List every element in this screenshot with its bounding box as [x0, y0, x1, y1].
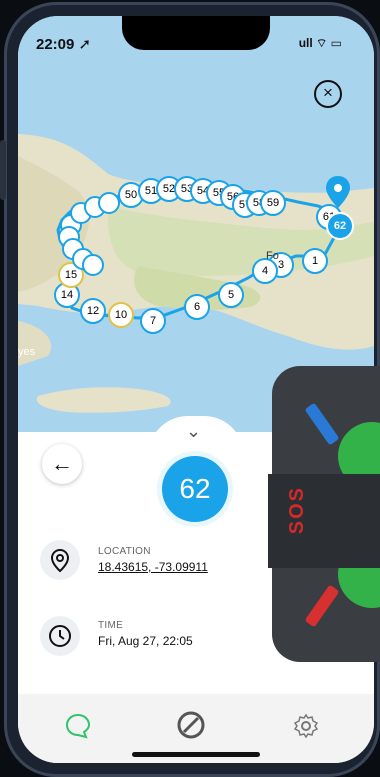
- location-label: LOCATION: [98, 546, 151, 557]
- map-marker[interactable]: 12: [80, 298, 106, 324]
- map-marker[interactable]: 6: [184, 294, 210, 320]
- map-place-label: Fo: [266, 250, 279, 262]
- phone-side-button: [0, 140, 6, 200]
- system-icons: ull ⌔ ▭: [298, 36, 342, 50]
- map-marker[interactable]: 59: [260, 190, 286, 216]
- location-pin-icon: [40, 540, 80, 580]
- clock-icon: [40, 616, 80, 656]
- sos-label: SOS: [286, 486, 308, 535]
- compass-icon[interactable]: [176, 710, 206, 740]
- back-arrow-icon[interactable]: ←: [42, 444, 82, 484]
- close-icon[interactable]: ×: [314, 80, 342, 108]
- sos-band: [268, 474, 380, 568]
- current-point-marker[interactable]: 62: [326, 212, 354, 240]
- map-place-label: yes: [18, 346, 36, 358]
- chat-icon[interactable]: [64, 712, 92, 740]
- status-bar: 22:09 ➚ ull ⌔ ▭: [18, 16, 374, 66]
- map-marker[interactable]: 1: [302, 248, 328, 274]
- time-label: TIME: [98, 620, 124, 631]
- map-marker[interactable]: 5: [218, 282, 244, 308]
- location-value[interactable]: 18.43615, -73.09911: [98, 560, 208, 574]
- map-marker[interactable]: 10: [108, 302, 134, 328]
- status-time: 22:09 ➚: [36, 36, 92, 53]
- time-value: Fri, Aug 27, 22:05: [98, 634, 193, 648]
- camera-notch: [122, 16, 270, 50]
- map-marker-cluster[interactable]: [48, 192, 120, 276]
- home-indicator: [132, 752, 260, 757]
- point-number-badge: 62: [162, 456, 228, 522]
- map-marker[interactable]: 7: [140, 308, 166, 334]
- chevron-down-icon[interactable]: ⌄: [186, 421, 201, 442]
- settings-gear-icon[interactable]: [292, 712, 320, 740]
